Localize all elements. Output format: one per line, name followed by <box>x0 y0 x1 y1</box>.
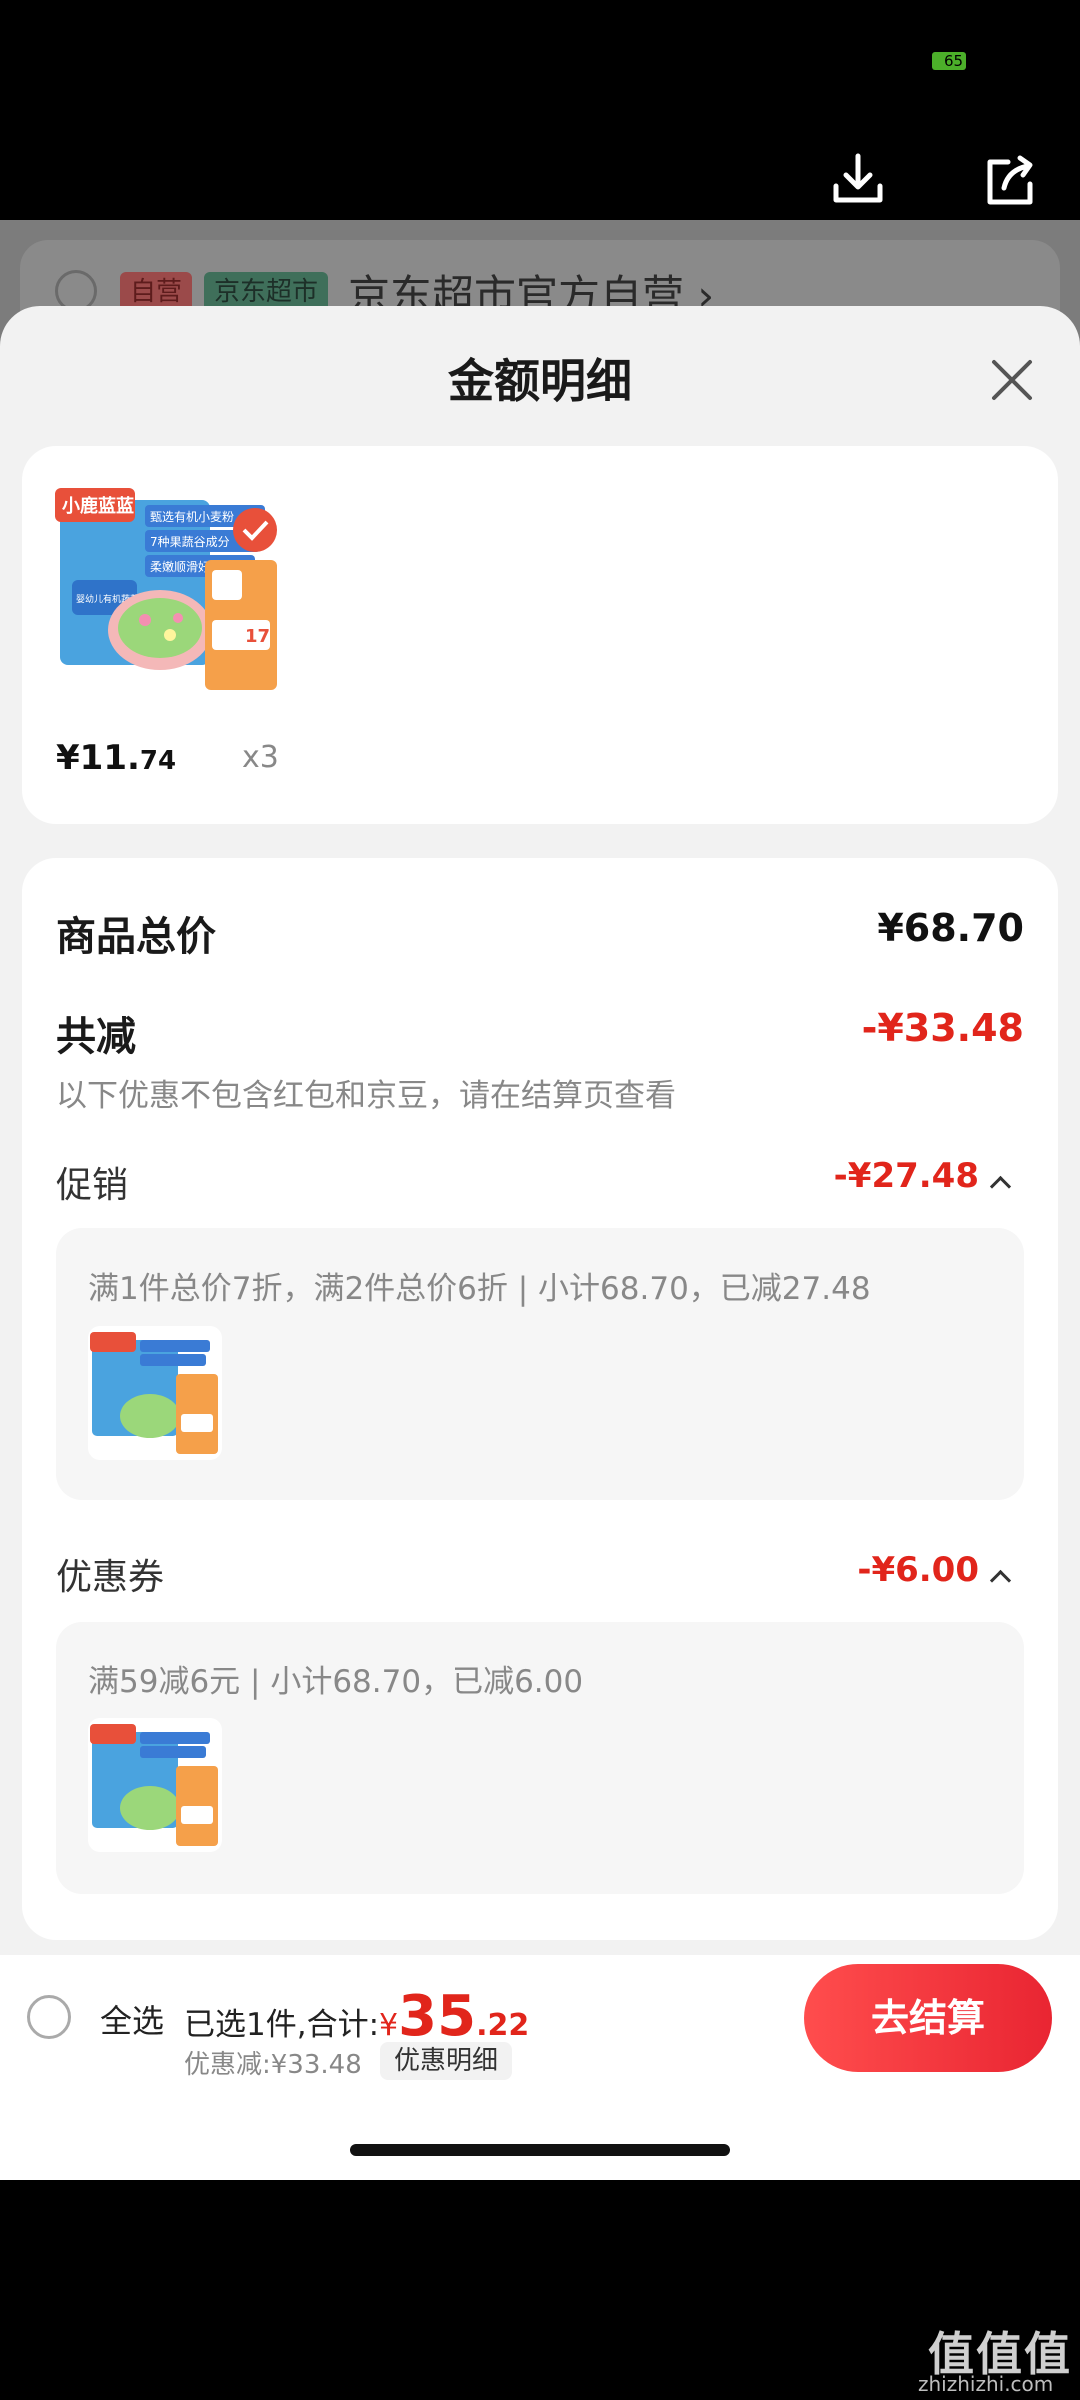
brand-logo-text: 小鹿蓝蓝 <box>62 495 134 517</box>
share-icon[interactable] <box>980 150 1040 210</box>
close-icon[interactable] <box>982 350 1042 410</box>
discount-detail-button[interactable]: 优惠明细 <box>380 2042 513 2080</box>
reduction-label: 共减 <box>56 1014 136 1060</box>
checkout-button[interactable]: 去结算 <box>804 1964 1052 2072</box>
product-image[interactable]: 小鹿蓝蓝 甄选有机小麦粉 7种果蔬谷成分 柔嫩顺滑好口感 婴幼儿有机蔬菜多维颗粒… <box>50 470 290 720</box>
discount-text: 优惠减:¥33.48 <box>184 2050 362 2080</box>
image-badge-2: 7种果蔬谷成分 <box>150 535 230 549</box>
promotion-label: 促销 <box>56 1165 129 1206</box>
watermark-url: zhizhizhi.com <box>918 2372 1054 2396</box>
total-label: 商品总价 <box>56 914 216 960</box>
total-int: 35 <box>398 1984 477 2049</box>
coupon-product-thumb[interactable] <box>88 1718 222 1852</box>
coupon-value: -¥6.00 <box>857 1550 979 1590</box>
promotion-product-thumb[interactable] <box>88 1326 222 1460</box>
download-icon[interactable] <box>828 150 888 210</box>
coupon-toggle[interactable]: -¥6.00 <box>857 1550 1012 1592</box>
home-area <box>0 2085 1080 2180</box>
promotion-desc: 满1件总价7折，满2件总价6折 | 小计68.70，已减27.48 <box>88 1271 871 1307</box>
coupon-label: 优惠券 <box>56 1557 165 1598</box>
promotion-toggle[interactable]: -¥27.48 <box>833 1156 1012 1198</box>
battery-indicator: 65 <box>932 52 966 70</box>
sheet-title: 金额明细 <box>448 354 632 408</box>
reduction-value: -¥33.48 <box>861 1006 1024 1050</box>
image-badge-1: 甄选有机小麦粉 <box>150 510 234 524</box>
total-value: ¥68.70 <box>877 906 1024 950</box>
chevron-up-icon <box>989 1569 1012 1592</box>
product-quantity: x3 <box>242 740 279 775</box>
top-bar <box>0 0 1080 220</box>
total-dec: .22 <box>476 2008 530 2043</box>
home-indicator[interactable] <box>350 2144 730 2156</box>
reduction-note: 以下优惠不包含红包和京豆，请在结算页查看 <box>56 1078 676 1114</box>
select-all-label[interactable]: 全选 <box>100 1996 164 2042</box>
promotion-value: -¥27.48 <box>833 1156 979 1196</box>
coupon-desc: 满59减6元 | 小计68.70，已减6.00 <box>88 1664 584 1700</box>
selected-text: 已选1件,合计: <box>184 2007 380 2043</box>
total-currency: ¥ <box>379 2008 399 2043</box>
select-all-checkbox[interactable] <box>27 1995 71 2039</box>
product-price-dec: 74 <box>139 746 177 776</box>
product-price: ¥11.74 <box>56 738 176 778</box>
product-price-int: ¥11. <box>56 738 140 778</box>
selected-total: 已选1件,合计:¥35.22 <box>184 1984 529 2049</box>
chevron-up-icon <box>989 1175 1012 1198</box>
image-price-tag: 17 <box>245 626 270 647</box>
